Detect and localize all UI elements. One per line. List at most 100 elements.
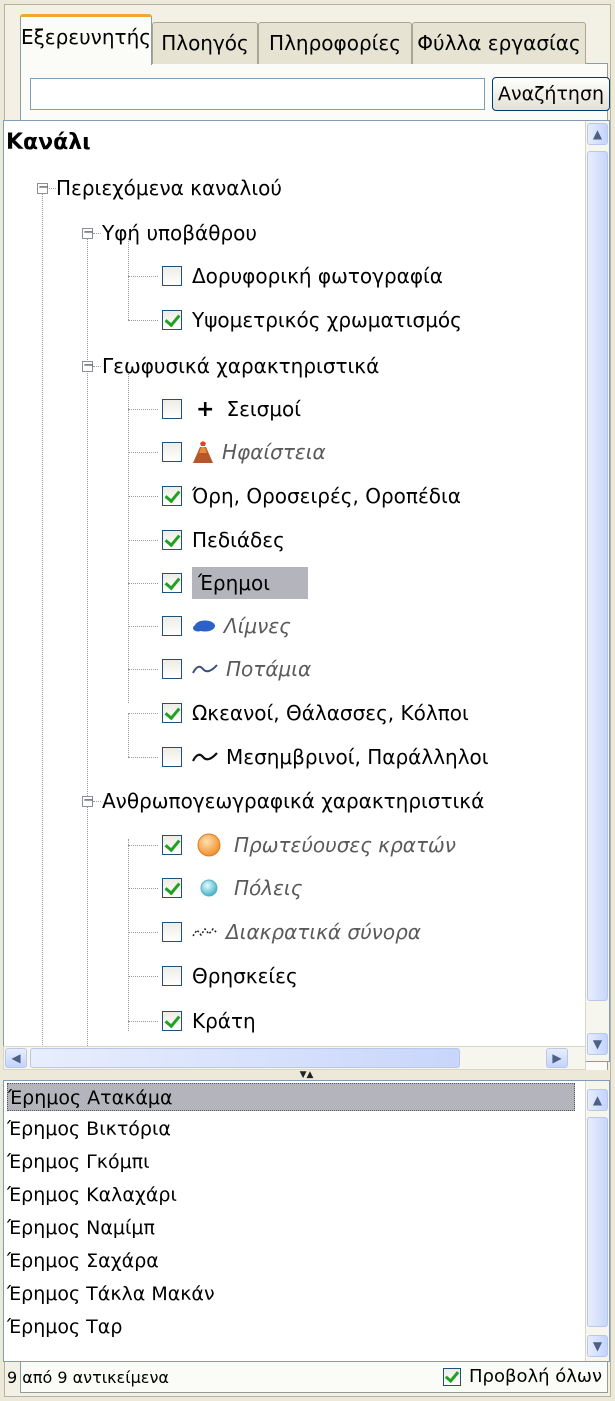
results-vertical-scrollbar[interactable]: ▲ ▼ xyxy=(585,1081,609,1361)
tree-node-human[interactable]: Ανθρωπογεωγραφικά χαρακτηριστικά xyxy=(102,782,484,820)
scroll-down-button[interactable]: ▼ xyxy=(587,1033,608,1055)
scroll-down-button[interactable]: ▼ xyxy=(587,1335,608,1357)
list-item[interactable]: Έρημος Τάκλα Μακάν xyxy=(7,1280,215,1308)
tree-line xyxy=(128,976,158,977)
layer-label: Όρη, Οροσειρές, Οροπέδια xyxy=(192,484,461,508)
collapse-toggle[interactable]: − xyxy=(82,794,94,807)
search-input[interactable] xyxy=(30,78,485,110)
tree-line xyxy=(128,496,158,497)
tree-line xyxy=(93,233,101,234)
list-item[interactable]: Έρημος Βικτόρια xyxy=(7,1115,171,1143)
list-item[interactable]: Έρημος Ταρ xyxy=(7,1313,122,1341)
item-count-text: 9 από 9 αντικείμενα xyxy=(7,1368,169,1387)
collapse-toggle[interactable]: − xyxy=(82,359,94,372)
scroll-up-button[interactable]: ▲ xyxy=(587,123,608,145)
tree-line xyxy=(128,371,129,703)
scroll-thumb[interactable] xyxy=(587,1117,608,1327)
checkbox-checked[interactable] xyxy=(162,310,182,330)
tree-line xyxy=(128,1021,158,1022)
checkbox-checked[interactable] xyxy=(162,486,182,506)
tree-line xyxy=(93,801,101,802)
checkbox-checked[interactable] xyxy=(162,1011,182,1031)
checkbox[interactable] xyxy=(162,747,182,767)
capital-dot-icon xyxy=(197,833,221,857)
layer-label: Λίμνες xyxy=(224,614,291,638)
list-item-selected[interactable]: Έρημος Ατακάμα xyxy=(7,1083,575,1111)
tree-line xyxy=(42,193,43,1061)
list-item[interactable]: Έρημος Καλαχάρι xyxy=(7,1181,177,1209)
tree-line xyxy=(128,845,158,846)
layer-oceans[interactable]: Ωκεανοί, Θάλασσες, Κόλποι xyxy=(162,694,469,732)
checkbox[interactable] xyxy=(162,399,182,419)
tree-line xyxy=(128,713,129,757)
tab-worksheets[interactable]: Φύλλα εργασίας xyxy=(412,22,586,64)
layer-label: Κράτη xyxy=(192,1009,256,1033)
tree-node-channel-contents[interactable]: Περιεχόμενα καναλιού xyxy=(56,169,282,207)
layer-hypsometric[interactable]: Υψομετρικός χρωματισμός xyxy=(162,301,462,339)
layer-plains[interactable]: Πεδιάδες xyxy=(162,521,285,559)
layer-lakes[interactable]: Λίμνες xyxy=(162,607,291,645)
checkbox-checked[interactable] xyxy=(162,573,182,593)
list-item[interactable]: Έρημος Γκόμπι xyxy=(7,1148,150,1176)
checkbox-checked[interactable] xyxy=(162,530,182,550)
node-label: Ανθρωπογεωγραφικά χαρακτηριστικά xyxy=(102,789,485,813)
layer-states[interactable]: Κράτη xyxy=(162,1002,256,1040)
tab-explorer[interactable]: Εξερευνητής xyxy=(20,14,152,65)
tree-line xyxy=(128,888,158,889)
tree-line xyxy=(128,583,158,584)
tree-vertical-scrollbar[interactable]: ▲ ▼ xyxy=(585,121,609,1061)
tree-root-label: Κανάλι xyxy=(6,130,91,155)
tree-line xyxy=(128,540,158,541)
layer-cities[interactable]: Πόλεις xyxy=(162,869,302,907)
layer-tree: Κανάλι − Περιεχόμενα καναλιού − Υφή υποβ… xyxy=(3,120,610,1062)
list-item[interactable]: Έρημος Σαχάρα xyxy=(7,1247,159,1275)
layer-meridians[interactable]: Μεσημβρινοί, Παράλληλοι xyxy=(162,738,489,776)
search-button[interactable]: Αναζήτηση xyxy=(492,77,610,111)
scroll-left-button[interactable]: ◀ xyxy=(5,1048,27,1068)
checkbox[interactable] xyxy=(162,966,182,986)
scroll-thumb[interactable] xyxy=(587,151,608,1001)
checkbox[interactable] xyxy=(162,922,182,942)
checkbox[interactable] xyxy=(162,266,182,286)
results-list: Έρημος Ατακάμα Έρημος Βικτόρια Έρημος Γκ… xyxy=(3,1080,610,1362)
list-item[interactable]: Έρημος Ναμίμπ xyxy=(7,1214,155,1242)
checkbox-checked[interactable] xyxy=(162,878,182,898)
scroll-up-button[interactable]: ▲ xyxy=(587,1089,608,1111)
layer-capitals[interactable]: Πρωτεύουσες κρατών xyxy=(162,826,456,864)
checkbox[interactable] xyxy=(162,659,182,679)
tab-navigator[interactable]: Πλοηγός xyxy=(152,22,258,64)
layer-label: Πεδιάδες xyxy=(192,528,285,552)
layer-label: Ωκεανοί, Θάλασσες, Κόλποι xyxy=(192,701,469,725)
layer-satellite[interactable]: Δορυφορική φωτογραφία xyxy=(162,257,443,295)
checkbox[interactable] xyxy=(162,442,182,462)
node-label: Υφή υποβάθρου xyxy=(102,221,257,245)
checkbox[interactable] xyxy=(162,616,182,636)
layer-volcanoes[interactable]: Ηφαίστεια xyxy=(162,433,326,471)
layer-deserts[interactable]: Έρημοι xyxy=(162,564,309,602)
layer-mountains[interactable]: Όρη, Οροσειρές, Οροπέδια xyxy=(162,477,461,515)
tree-node-background[interactable]: Υφή υποβάθρου xyxy=(102,214,257,252)
show-all-checkbox[interactable] xyxy=(443,1368,461,1386)
panel-splitter[interactable]: ▼▲ xyxy=(3,1070,610,1080)
city-dot-icon xyxy=(200,879,218,897)
tree-line xyxy=(128,669,158,670)
tree-line xyxy=(128,276,158,277)
tree-node-physical[interactable]: Γεωφυσικά χαρακτηριστικά xyxy=(102,347,379,385)
collapse-toggle[interactable]: − xyxy=(37,181,49,194)
collapse-toggle[interactable]: − xyxy=(82,226,94,239)
tree-horizontal-scrollbar[interactable]: ◀ ▶ xyxy=(3,1046,586,1070)
wave-line-icon xyxy=(192,752,218,762)
scroll-right-button[interactable]: ▶ xyxy=(546,1048,568,1068)
tree-line xyxy=(128,626,158,627)
tree-line xyxy=(128,757,158,758)
layer-label: Σεισμοί xyxy=(226,397,302,421)
scroll-thumb[interactable] xyxy=(30,1048,460,1068)
layer-rivers[interactable]: Ποτάμια xyxy=(162,650,311,688)
checkbox-checked[interactable] xyxy=(162,835,182,855)
layer-earthquakes[interactable]: + Σεισμοί xyxy=(162,390,301,428)
layer-religions[interactable]: Θρησκείες xyxy=(162,957,298,995)
layer-label: Δορυφορική φωτογραφία xyxy=(192,264,443,288)
checkbox-checked[interactable] xyxy=(162,703,182,723)
tab-info[interactable]: Πληροφορίες xyxy=(258,22,412,64)
layer-borders[interactable]: Διακρατικά σύνορα xyxy=(162,913,421,951)
